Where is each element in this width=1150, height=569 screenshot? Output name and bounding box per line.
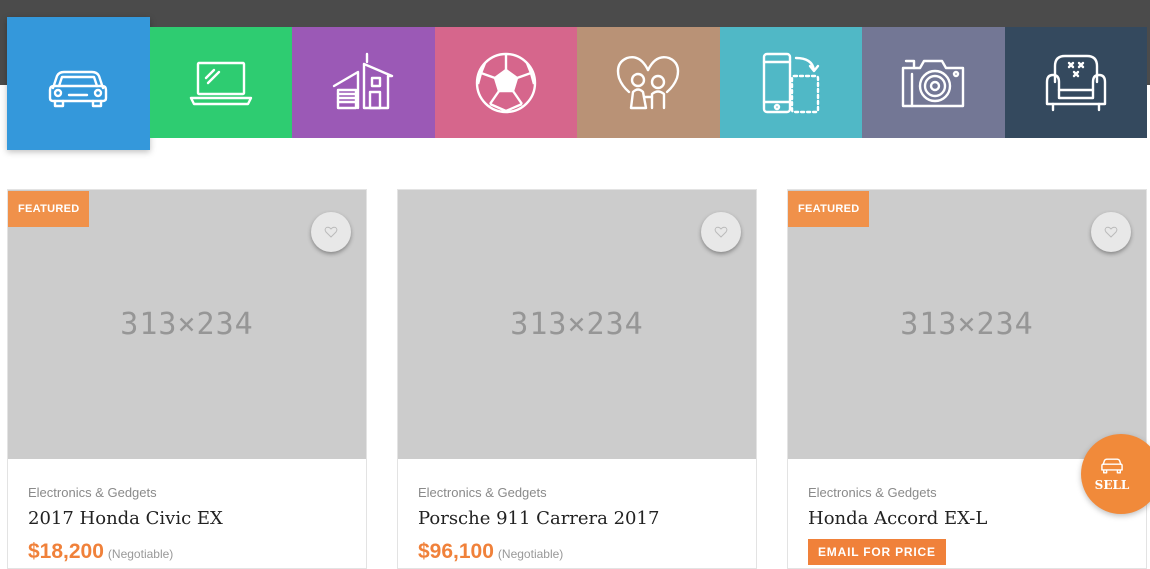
category-sports[interactable]: [434, 27, 577, 138]
listing-title[interactable]: Honda Accord EX-L: [808, 508, 987, 529]
soccer-ball-icon: [475, 52, 536, 113]
couple-heart-icon: [617, 55, 680, 109]
heart-icon: [1104, 226, 1118, 238]
category-cars[interactable]: [7, 17, 150, 150]
listing-category[interactable]: Electronics & Gedgets: [808, 485, 937, 500]
car-icon: [49, 70, 108, 107]
image-placeholder-label: 313×234: [510, 307, 644, 342]
featured-badge: FEATURED: [8, 191, 90, 227]
category-mobiles[interactable]: [719, 27, 862, 138]
category-cameras[interactable]: [862, 27, 1005, 138]
favorite-button[interactable]: [311, 212, 351, 252]
laptop-icon: [189, 61, 252, 105]
image-placeholder-label: 313×234: [120, 307, 254, 342]
featured-badge: FEATURED: [788, 191, 870, 227]
house-icon: [333, 52, 394, 109]
camera-icon: [902, 59, 965, 107]
price-note: (Negotiable): [107, 547, 174, 561]
listing-card[interactable]: 313×234 Electronics & Gedgets Porsche 91…: [397, 189, 757, 569]
sell-label: SELL: [1094, 477, 1130, 492]
price-value: $18,200: [28, 540, 104, 563]
category-furniture[interactable]: [1004, 27, 1147, 138]
listing-title[interactable]: 2017 Honda Civic EX: [28, 508, 223, 529]
favorite-button[interactable]: [701, 212, 741, 252]
listing-category[interactable]: Electronics & Gedgets: [418, 485, 547, 500]
category-bar: [7, 17, 1147, 150]
listing-grid: 313×234 FEATURED Electronics & Gedgets 2…: [7, 189, 1147, 569]
heart-icon: [324, 226, 338, 238]
listing-price: $96,100 (Negotiable): [418, 540, 563, 564]
category-dating[interactable]: [577, 27, 720, 138]
favorite-button[interactable]: [1091, 212, 1131, 252]
image-placeholder-label: 313×234: [900, 307, 1034, 342]
listing-card[interactable]: 313×234 FEATURED Electronics & Gedgets H…: [787, 189, 1147, 569]
listing-price: $18,200 (Negotiable): [28, 540, 173, 564]
listing-card[interactable]: 313×234 FEATURED Electronics & Gedgets 2…: [7, 189, 367, 569]
category-real-estate[interactable]: [292, 27, 435, 138]
listing-category[interactable]: Electronics & Gedgets: [28, 485, 157, 500]
price-note: (Negotiable): [497, 547, 564, 561]
category-electronics[interactable]: [149, 27, 292, 138]
listing-title[interactable]: Porsche 911 Carrera 2017: [418, 508, 659, 529]
heart-icon: [714, 226, 728, 238]
price-value: $96,100: [418, 540, 494, 563]
phone-icon: [762, 52, 819, 113]
email-for-price-button[interactable]: EMAIL FOR PRICE: [808, 539, 946, 565]
armchair-icon: [1045, 54, 1106, 111]
car-icon: [1101, 457, 1123, 474]
